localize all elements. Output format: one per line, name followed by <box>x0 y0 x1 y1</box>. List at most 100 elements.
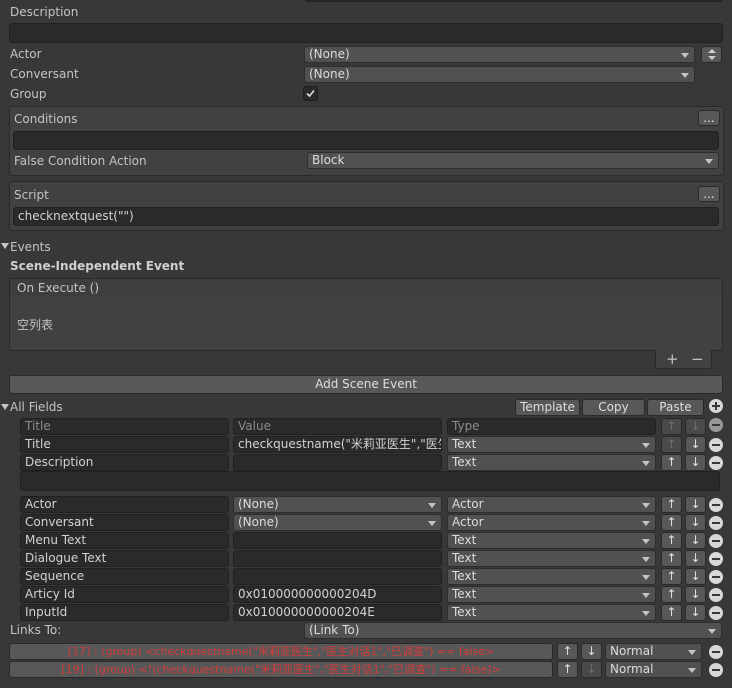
move-up-button[interactable]: ↑ <box>661 454 682 471</box>
field-title-input[interactable]: Description <box>20 454 229 471</box>
description-field[interactable] <box>9 23 723 43</box>
link-move-up-button[interactable]: ↑ <box>557 643 578 660</box>
move-up-button[interactable]: ↑ <box>661 436 682 453</box>
link-button[interactable]: [17] : (group) <checkquestname("米莉亚医生","… <box>9 643 553 660</box>
field-title-input[interactable]: Dialogue Text <box>20 550 229 567</box>
remove-link-icon[interactable] <box>709 663 723 677</box>
move-up-button[interactable]: ↑ <box>661 604 682 621</box>
move-up-button[interactable]: ↑ <box>661 568 682 585</box>
copy-button[interactable]: Copy <box>582 399 645 416</box>
header-move-up-button: ↑ <box>661 418 682 435</box>
field-value-input[interactable]: checkquestname("米莉亚医生","医生 <box>233 436 442 453</box>
chevron-down-icon <box>642 521 650 526</box>
chevron-down-icon <box>705 159 713 164</box>
move-up-button[interactable]: ↑ <box>661 586 682 603</box>
field-value-input[interactable] <box>233 532 442 549</box>
remove-field-icon[interactable] <box>709 606 723 620</box>
link-button[interactable]: [19] : (group) <!(checkquestname("米莉亚医生"… <box>9 661 553 678</box>
move-down-button[interactable]: ↓ <box>685 550 706 567</box>
field-type-value: Text <box>452 533 477 547</box>
field-title-input[interactable]: Actor <box>20 496 229 513</box>
false-condition-action-label: False Condition Action <box>14 154 147 168</box>
move-up-button[interactable]: ↑ <box>661 514 682 531</box>
actor-dropdown[interactable]: (None) <box>304 46 695 63</box>
actor-stepper-button[interactable] <box>701 46 722 63</box>
move-down-button[interactable]: ↓ <box>685 586 706 603</box>
chevron-down-icon <box>642 539 650 544</box>
add-field-icon[interactable] <box>709 399 723 413</box>
remove-field-icon[interactable] <box>709 588 723 602</box>
field-type-dropdown[interactable]: Text <box>447 604 656 621</box>
field-type-dropdown[interactable]: Text <box>447 586 656 603</box>
field-value-dropdown[interactable]: (None) <box>233 496 442 513</box>
field-value-input[interactable]: 0x010000000000204E <box>233 604 442 621</box>
link-to-dropdown[interactable]: (Link To) <box>304 622 722 639</box>
group-checkbox[interactable] <box>303 86 318 101</box>
template-button[interactable]: Template <box>515 399 580 416</box>
false-condition-action-dropdown[interactable]: Block <box>307 152 719 169</box>
all-fields-label[interactable]: All Fields <box>10 399 63 415</box>
field-type-dropdown[interactable]: Text <box>447 436 656 453</box>
chevron-down-icon <box>642 575 650 580</box>
remove-field-icon[interactable] <box>709 534 723 548</box>
remove-field-icon[interactable] <box>709 498 723 512</box>
field-value-input[interactable] <box>233 454 442 471</box>
move-down-button[interactable]: ↓ <box>685 532 706 549</box>
add-listener-button[interactable]: + <box>666 351 679 367</box>
on-execute-list <box>9 297 723 351</box>
script-ellipsis-button[interactable]: ... <box>698 186 720 202</box>
conversant-dropdown[interactable]: (None) <box>304 66 695 83</box>
actor-value: (None) <box>309 47 350 61</box>
move-down-button[interactable]: ↓ <box>685 568 706 585</box>
link-move-up-button[interactable]: ↑ <box>557 661 578 678</box>
field-title-input[interactable]: Sequence <box>20 568 229 585</box>
link-priority-dropdown[interactable]: Normal <box>605 643 702 660</box>
remove-link-icon[interactable] <box>709 645 723 659</box>
all-fields-foldout-arrow-icon[interactable] <box>1 404 9 410</box>
add-scene-event-button[interactable]: Add Scene Event <box>9 375 723 394</box>
move-down-button[interactable]: ↓ <box>685 436 706 453</box>
remove-field-icon[interactable] <box>709 570 723 584</box>
field-value-dropdown[interactable]: (None) <box>233 514 442 531</box>
on-execute-header <box>9 278 723 298</box>
paste-button[interactable]: Paste <box>647 399 704 416</box>
link-priority-dropdown[interactable]: Normal <box>605 661 702 678</box>
field-title-input[interactable]: Menu Text <box>20 532 229 549</box>
events-foldout-arrow-icon[interactable] <box>1 243 9 249</box>
remove-field-icon[interactable] <box>709 438 723 452</box>
field-value-input[interactable] <box>233 568 442 585</box>
chevron-down-icon <box>688 668 696 673</box>
move-down-button[interactable]: ↓ <box>685 496 706 513</box>
move-up-button[interactable]: ↑ <box>661 496 682 513</box>
move-up-button[interactable]: ↑ <box>661 532 682 549</box>
field-type-dropdown[interactable]: Text <box>447 550 656 567</box>
events-label[interactable]: Events <box>10 239 51 255</box>
field-value-input[interactable]: 0x010000000000204D <box>233 586 442 603</box>
field-title-input[interactable]: InputId <box>20 604 229 621</box>
field-value-input[interactable] <box>233 550 442 567</box>
remove-field-icon[interactable] <box>709 552 723 566</box>
chevron-down-icon <box>681 73 689 78</box>
move-down-button[interactable]: ↓ <box>685 604 706 621</box>
conditions-field[interactable] <box>13 131 719 150</box>
field-title-input[interactable]: Title <box>20 436 229 453</box>
field-type-dropdown[interactable]: Actor <box>447 496 656 513</box>
description-value-field[interactable] <box>20 471 720 491</box>
remove-field-icon[interactable] <box>709 456 723 470</box>
conditions-ellipsis-button[interactable]: ... <box>698 110 720 126</box>
move-down-button[interactable]: ↓ <box>685 514 706 531</box>
field-type-dropdown[interactable]: Text <box>447 568 656 585</box>
move-down-button[interactable]: ↓ <box>685 454 706 471</box>
field-type-dropdown[interactable]: Text <box>447 532 656 549</box>
field-title-input[interactable]: Conversant <box>20 514 229 531</box>
remove-field-icon[interactable] <box>709 516 723 530</box>
link-move-down-button[interactable]: ↓ <box>581 643 602 660</box>
field-title-input[interactable]: Articy Id <box>20 586 229 603</box>
field-type-dropdown[interactable]: Text <box>447 454 656 471</box>
script-field[interactable]: checknextquest("") <box>13 207 719 226</box>
link-move-down-button[interactable]: ↓ <box>581 661 602 678</box>
move-up-button[interactable]: ↑ <box>661 550 682 567</box>
header-remove-icon <box>709 418 723 432</box>
field-type-dropdown[interactable]: Actor <box>447 514 656 531</box>
remove-listener-button[interactable]: − <box>691 351 704 367</box>
